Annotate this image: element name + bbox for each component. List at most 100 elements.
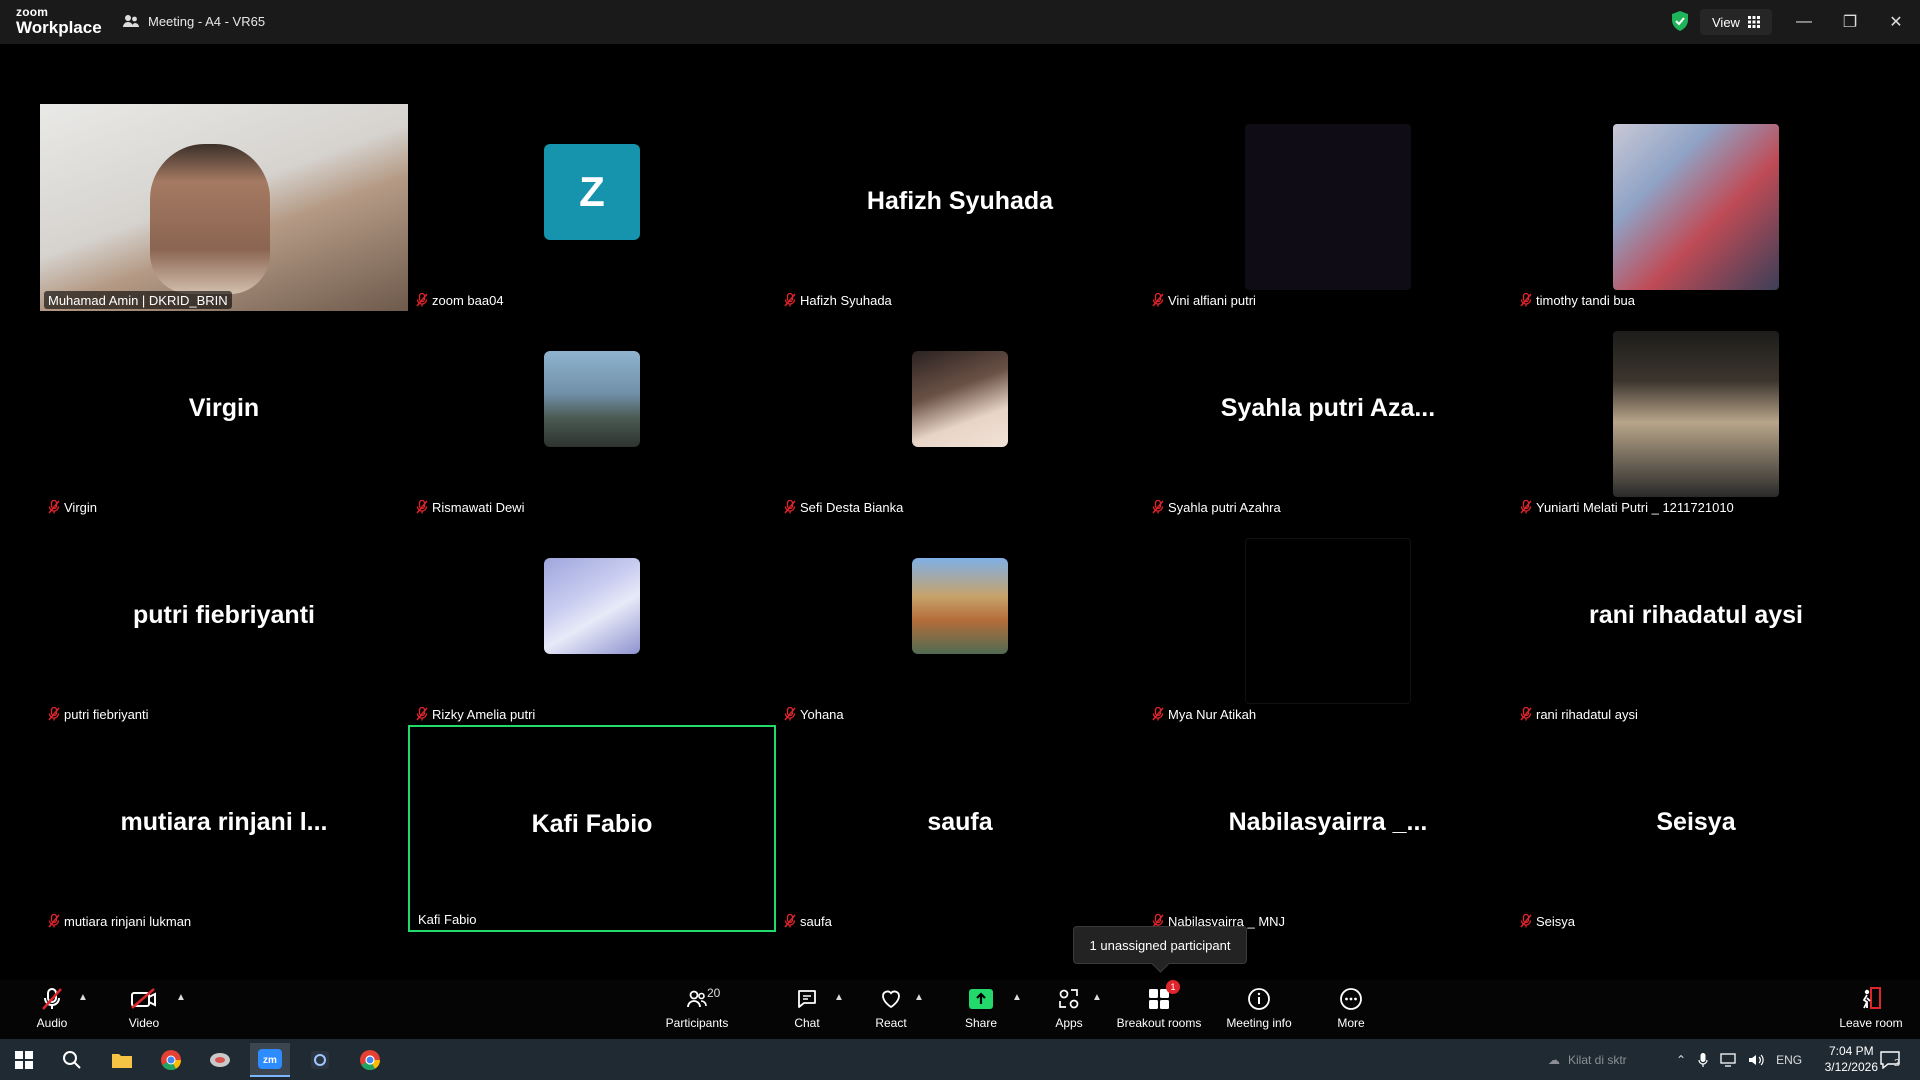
participant-video	[40, 104, 408, 311]
mic-muted-icon	[42, 988, 62, 1010]
zoom-logo: zoom Workplace	[16, 6, 102, 36]
chat-button[interactable]: Chat	[790, 984, 824, 1036]
participant-tile[interactable]: Nabilasyairra _... Nabilasyairra _ MNJ	[1144, 725, 1512, 932]
mic-muted-icon	[416, 707, 428, 721]
share-options-caret[interactable]: ▲	[1012, 992, 1022, 1003]
meeting-title[interactable]: Meeting - A4 - VR65	[122, 12, 265, 30]
zoom-taskbar-icon[interactable]: zm	[250, 1043, 290, 1077]
view-button[interactable]: View	[1700, 9, 1772, 35]
apps-button[interactable]: Apps	[1052, 984, 1086, 1036]
participant-name: rani rihadatul aysi	[1536, 706, 1638, 722]
participant-tile[interactable]: Zzoom baa04	[408, 104, 776, 311]
participant-tile[interactable]: Vini alfiani putri	[1144, 104, 1512, 311]
profile-photo	[912, 558, 1008, 654]
breakout-rooms-button[interactable]: 1 Breakout rooms	[1116, 980, 1202, 1036]
participant-name-tag: Seisya	[1516, 912, 1580, 930]
chrome-icon[interactable]	[151, 1043, 191, 1077]
mic-muted-icon	[1152, 707, 1164, 721]
brand-bottom: Workplace	[16, 18, 102, 37]
react-button[interactable]: React	[874, 984, 908, 1036]
minimize-icon[interactable]: —	[1790, 8, 1818, 36]
participant-tile[interactable]: putri fiebriyanti putri fiebriyanti	[40, 518, 408, 725]
camera-app-icon[interactable]	[300, 1043, 340, 1077]
mic-muted-icon	[784, 914, 796, 928]
participant-tile[interactable]: rani rihadatul aysi rani rihadatul aysi	[1512, 518, 1880, 725]
mic-muted-icon	[48, 707, 60, 721]
weather-widget[interactable]: ☁ Kilat di sktr	[1548, 1039, 1627, 1080]
participant-name-tag: zoom baa04	[412, 291, 508, 309]
share-button[interactable]: Share	[962, 984, 1000, 1036]
windows-start-icon[interactable]	[4, 1043, 44, 1077]
letter-avatar: Z	[544, 144, 640, 240]
participant-display-name: Kafi Fabio	[531, 810, 653, 838]
participant-name-tag: Yohana	[780, 705, 848, 723]
share-label: Share	[964, 1016, 998, 1030]
participant-tile[interactable]: Seisya Seisya	[1512, 725, 1880, 932]
meeting-toolbar: Audio ▲ Video ▲ 20 Participants Chat ▲ R…	[0, 980, 1920, 1039]
restore-icon[interactable]: ❐	[1836, 8, 1864, 36]
participant-name-tag: Mya Nur Atikah	[1148, 705, 1261, 723]
chat-icon	[798, 990, 816, 1008]
participant-display-name: Seisya	[1656, 808, 1736, 836]
taskbar-clock[interactable]: 7:04 PM 3/12/2026	[1825, 1043, 1878, 1075]
windows-taskbar: zm ☁ Kilat di sktr ⌃ ENG 7:04 PM 3/12/20…	[0, 1039, 1920, 1080]
people-icon	[123, 15, 139, 27]
chrome-profile-icon[interactable]	[350, 1043, 390, 1077]
participant-tile[interactable]: Rizky Amelia putri	[408, 518, 776, 725]
mic-muted-icon	[1152, 293, 1164, 307]
participant-name-tag: Rismawati Dewi	[412, 498, 529, 516]
participant-tile[interactable]: Muhamad Amin | DKRID_BRIN	[40, 104, 408, 311]
participant-display-name: saufa	[927, 808, 993, 836]
network-icon[interactable]	[1720, 1052, 1736, 1067]
chevron-up-icon[interactable]: ⌃	[1676, 1053, 1686, 1067]
participant-tile[interactable]: Yohana	[776, 518, 1144, 725]
apps-options-caret[interactable]: ▲	[1092, 992, 1102, 1003]
participant-video	[1245, 124, 1411, 290]
participants-button[interactable]: 20 Participants	[662, 984, 732, 1036]
view-label: View	[1712, 14, 1740, 30]
volume-icon[interactable]	[1748, 1053, 1764, 1067]
unassigned-tooltip: 1 unassigned participant	[1073, 926, 1247, 964]
participant-tile[interactable]: timothy tandi bua	[1512, 104, 1880, 311]
participant-tile[interactable]: Mya Nur Atikah	[1144, 518, 1512, 725]
mic-muted-icon	[416, 293, 428, 307]
participant-display-name: Syahla putri Aza...	[1220, 394, 1436, 422]
leave-room-button[interactable]: Leave room	[1838, 984, 1904, 1036]
participants-label: Participants	[665, 1016, 729, 1030]
participant-display-name: mutiara rinjani l...	[120, 808, 328, 836]
profile-photo	[912, 351, 1008, 447]
video-button[interactable]: Video	[124, 984, 164, 1036]
close-icon[interactable]: ✕	[1882, 8, 1910, 36]
react-options-caret[interactable]: ▲	[914, 992, 924, 1003]
participant-name: Rismawati Dewi	[432, 499, 525, 515]
microphone-icon[interactable]	[1698, 1052, 1708, 1067]
participant-tile[interactable]: Hafizh Syuhada Hafizh Syuhada	[776, 104, 1144, 311]
mic-muted-icon	[1152, 500, 1164, 514]
audio-options-caret[interactable]: ▲	[78, 992, 88, 1003]
app-icon[interactable]	[200, 1043, 240, 1077]
mic-muted-icon	[48, 500, 60, 514]
search-icon[interactable]	[52, 1043, 92, 1077]
meeting-info-button[interactable]: Meeting info	[1224, 984, 1294, 1036]
participant-tile[interactable]: Syahla putri Aza... Syahla putri Azahra	[1144, 311, 1512, 518]
mic-muted-icon	[48, 914, 60, 928]
participant-display-name: putri fiebriyanti	[133, 601, 315, 629]
clock-date: 3/12/2026	[1824, 1060, 1878, 1074]
participant-tile[interactable]: Sefi Desta Bianka	[776, 311, 1144, 518]
video-options-caret[interactable]: ▲	[176, 992, 186, 1003]
participant-name: Virgin	[64, 499, 98, 515]
participant-tile[interactable]: Rismawati Dewi	[408, 311, 776, 518]
more-button[interactable]: More	[1334, 984, 1368, 1036]
chat-options-caret[interactable]: ▲	[834, 992, 844, 1003]
notification-center[interactable]: 2	[1880, 1039, 1900, 1080]
participant-tile[interactable]: Yuniarti Melati Putri _ 1211721010	[1512, 311, 1880, 518]
audio-button[interactable]: Audio	[32, 984, 72, 1036]
participant-tile[interactable]: saufa saufa	[776, 725, 1144, 932]
language-indicator[interactable]: ENG	[1776, 1053, 1802, 1067]
participant-tile[interactable]: mutiara rinjani l... mutiara rinjani lukm…	[40, 725, 408, 932]
file-explorer-icon[interactable]	[102, 1043, 142, 1077]
participant-name: Yohana	[800, 706, 844, 722]
participant-tile[interactable]: Kafi Fabio Kafi Fabio	[408, 725, 776, 932]
shield-check-icon[interactable]	[1669, 10, 1691, 32]
participant-tile[interactable]: Virgin Virgin	[40, 311, 408, 518]
